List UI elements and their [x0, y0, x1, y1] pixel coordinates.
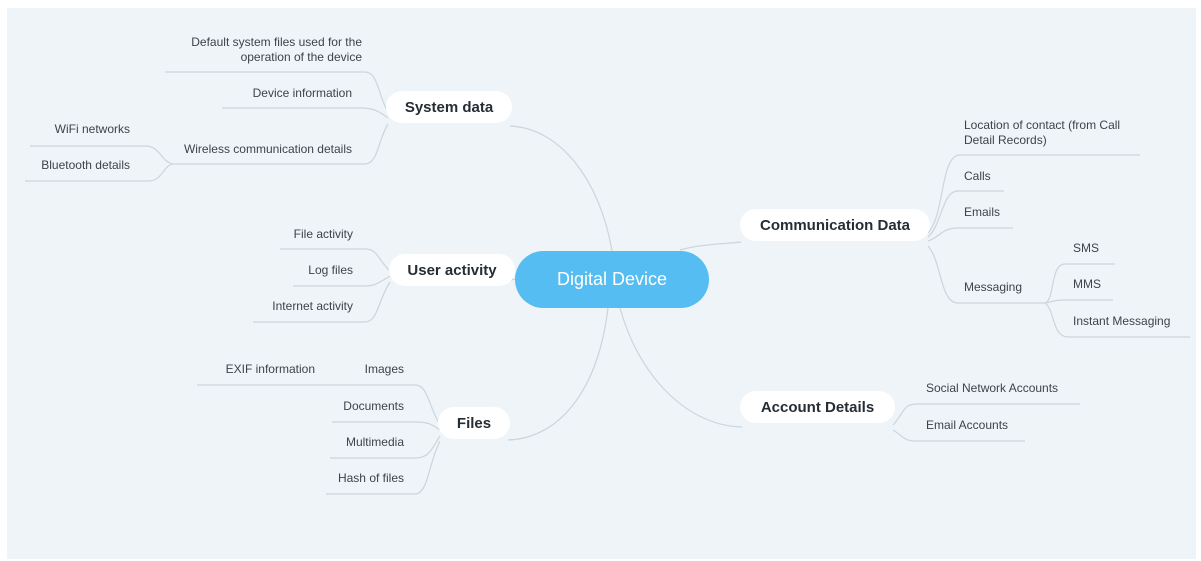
leaf-hash-of-files[interactable]: Hash of files	[320, 471, 404, 486]
leaf-wireless-communication-details[interactable]: Wireless communication details	[172, 142, 352, 157]
leaf-documents[interactable]: Documents	[320, 399, 404, 414]
branch-account-details[interactable]: Account Details	[740, 391, 895, 423]
leaf-default-system-files[interactable]: Default system files used for the operat…	[170, 35, 362, 65]
leaf-email-accounts[interactable]: Email Accounts	[926, 418, 1008, 433]
leaf-multimedia[interactable]: Multimedia	[320, 435, 404, 450]
branch-user-activity[interactable]: User activity	[389, 254, 515, 286]
leaf-messaging[interactable]: Messaging	[964, 280, 1022, 295]
root-node[interactable]: Digital Device	[515, 251, 709, 308]
leaf-internet-activity[interactable]: Internet activity	[240, 299, 353, 314]
leaf-social-network-accounts[interactable]: Social Network Accounts	[926, 381, 1058, 396]
leaf-exif-information[interactable]: EXIF information	[200, 362, 315, 377]
branch-system-data[interactable]: System data	[386, 91, 512, 123]
leaf-location-of-contact[interactable]: Location of contact (from Call Detail Re…	[964, 118, 1154, 148]
leaf-log-files[interactable]: Log files	[280, 263, 353, 278]
leaf-images[interactable]: Images	[350, 362, 404, 377]
leaf-device-information[interactable]: Device information	[222, 86, 352, 101]
leaf-file-activity[interactable]: File activity	[270, 227, 353, 242]
leaf-mms[interactable]: MMS	[1073, 277, 1101, 292]
leaf-wifi-networks[interactable]: WiFi networks	[30, 122, 130, 137]
leaf-calls[interactable]: Calls	[964, 169, 991, 184]
leaf-instant-messaging[interactable]: Instant Messaging	[1073, 314, 1170, 329]
leaf-emails[interactable]: Emails	[964, 205, 1000, 220]
branch-communication-data[interactable]: Communication Data	[740, 209, 930, 241]
leaf-sms[interactable]: SMS	[1073, 241, 1099, 256]
branch-files[interactable]: Files	[438, 407, 510, 439]
leaf-bluetooth-details[interactable]: Bluetooth details	[25, 158, 130, 173]
